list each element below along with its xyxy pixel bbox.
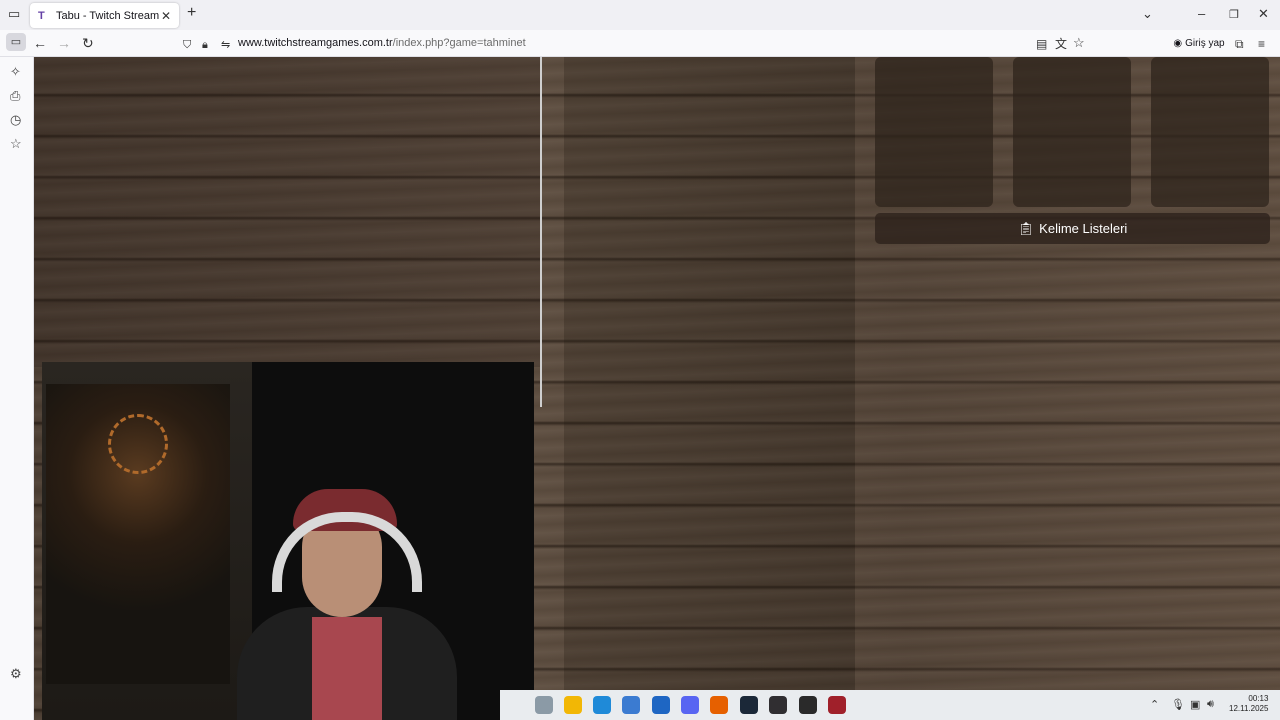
word-card-slot[interactable]: [1013, 57, 1131, 207]
firefox-icon[interactable]: [710, 696, 728, 714]
permissions-icon[interactable]: ⇋: [221, 37, 230, 53]
browser-tab[interactable]: T Tabu - Twitch Stream Games ✕: [30, 3, 179, 28]
new-tab-icon[interactable]: +: [187, 4, 196, 22]
reload-icon[interactable]: ↻: [82, 35, 94, 51]
synced-tabs-icon[interactable]: ⎙: [10, 88, 20, 104]
microphone-icon[interactable]: 🎙︎: [1171, 698, 1185, 711]
windows-taskbar: ⌃ 🎙︎ ▣ 🔊︎ 00:13 12.11.2025: [500, 690, 1280, 720]
game-chat-log: [34, 57, 541, 367]
tab-list-icon[interactable]: ▭: [8, 6, 20, 22]
navigation-bar: ▭ ← → ↻ ⛉ 🔒︎ ⇋ www.twitchstreamgames.com…: [0, 30, 1280, 57]
close-tab-icon[interactable]: ✕: [161, 9, 171, 23]
minimize-icon[interactable]: –: [1198, 6, 1205, 21]
poster-sun-emblem: [108, 414, 168, 474]
clock-time: 00:13: [1248, 694, 1269, 703]
word-lists-label: Kelime Listeleri: [1039, 221, 1128, 236]
shield-icon[interactable]: ⛉: [183, 37, 191, 53]
sidebar-toggle-icon[interactable]: ▭: [6, 33, 26, 51]
translate-icon[interactable]: 文: [1055, 36, 1067, 52]
url-bar[interactable]: www.twitchstreamgames.com.tr/index.php?g…: [238, 37, 526, 49]
account-icon: ◉: [1173, 37, 1183, 49]
close-window-icon[interactable]: ✕: [1258, 6, 1269, 22]
reader-view-icon[interactable]: ▤: [1036, 36, 1047, 52]
word-card-slot[interactable]: [1151, 57, 1269, 207]
settings-gear-icon[interactable]: ⚙: [10, 666, 22, 682]
bookmark-star-icon[interactable]: ☆: [1073, 35, 1085, 51]
login-label: Giriş yap: [1185, 37, 1225, 49]
edge-icon[interactable]: [593, 696, 611, 714]
page-content: 📋︎ Kelime Listeleri: [34, 57, 1280, 720]
tab-title: Tabu - Twitch Stream Games: [56, 9, 161, 22]
steam-icon[interactable]: [740, 696, 758, 714]
chat-divider[interactable]: [540, 57, 542, 407]
url-path: /index.php?game=tahminet: [392, 37, 526, 49]
streamer-shirt: [312, 617, 382, 720]
login-button[interactable]: ◉ Giriş yap: [1172, 33, 1226, 53]
menu-icon[interactable]: ≡: [1258, 36, 1265, 52]
game-center-column: [564, 57, 855, 697]
discord-icon[interactable]: [681, 696, 699, 714]
tab-bar: ▭ T Tabu - Twitch Stream Games ✕ + ⌄ – ❐…: [0, 0, 1280, 30]
restore-icon[interactable]: ❐: [1229, 8, 1239, 21]
network-icon[interactable]: ▣: [1190, 698, 1200, 711]
forward-icon[interactable]: →: [57, 35, 71, 51]
clock-date: 12.11.2025: [1229, 704, 1269, 713]
lock-icon[interactable]: 🔒︎: [202, 37, 208, 53]
ai-chat-icon[interactable]: ✧: [10, 64, 21, 80]
history-icon[interactable]: ◷: [10, 112, 21, 128]
webcam-feed: [42, 362, 534, 720]
tray-chevron-icon[interactable]: ⌃: [1150, 698, 1159, 711]
back-icon[interactable]: ←: [33, 35, 47, 51]
clipboard-icon: 📋︎: [1017, 220, 1035, 236]
taskbar-clock[interactable]: 00:13 12.11.2025: [1229, 694, 1268, 714]
word-lists-button[interactable]: 📋︎ Kelime Listeleri: [875, 213, 1270, 244]
wall-poster: [46, 384, 230, 684]
store-icon[interactable]: [622, 696, 640, 714]
extensions-icon[interactable]: ⧉: [1235, 36, 1244, 52]
explorer-icon[interactable]: [564, 696, 582, 714]
twitch-favicon-icon: T: [38, 9, 45, 22]
epic-icon[interactable]: [799, 696, 817, 714]
streamer: [237, 477, 457, 720]
obs-icon[interactable]: [769, 696, 787, 714]
widgets-icon[interactable]: [535, 696, 553, 714]
word-card-slot[interactable]: [875, 57, 993, 207]
outlook-icon[interactable]: [652, 696, 670, 714]
chevron-down-icon[interactable]: ⌄: [1142, 6, 1153, 22]
browser-sidebar: ✧ ⎙ ◷ ☆ ⚙: [0, 57, 34, 720]
bookmarks-icon[interactable]: ☆: [10, 136, 22, 152]
url-host: www.twitchstreamgames.com.tr: [238, 37, 393, 49]
game-icon[interactable]: [828, 696, 846, 714]
volume-icon[interactable]: 🔊︎: [1207, 698, 1214, 711]
